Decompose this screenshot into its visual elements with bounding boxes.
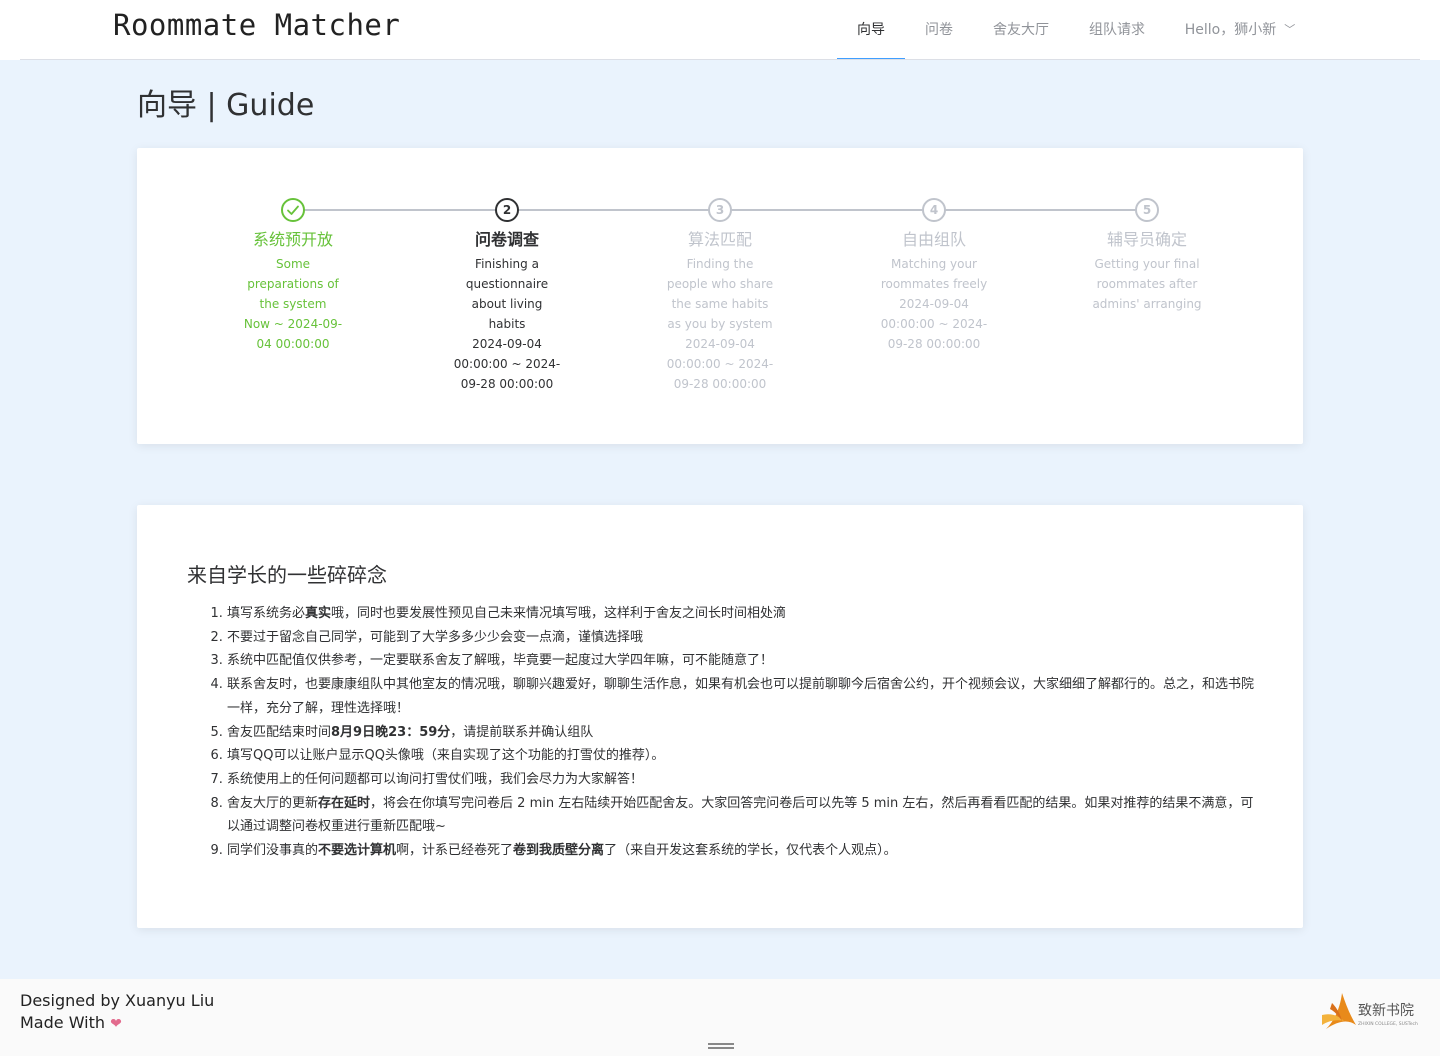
note-text: 不要过于留念自己同学，可能到了大学多多少少会变一点滴，谨慎选择哦 [227, 629, 644, 645]
note-item: 系统使用上的任何问题都可以询问打雪仗们哦，我们会尽力为大家解答！ [227, 768, 1257, 792]
note-text: 系统中匹配值仅供参考，一定要联系舍友了解哦，毕竟要一起度过大学四年嘛，可不能随意… [227, 653, 774, 669]
note-item: 同学们没事真的不要选计算机啊，计系已经卷死了卷到我质壁分离了（来自开发这套系统的… [227, 839, 1257, 863]
check-icon [281, 198, 305, 222]
notes-list: 填写系统务必真实哦，同时也要发展性预见自己未来情况填写哦，这样利于舍友之间长时间… [227, 602, 1257, 863]
svg-text:ZHIXIN COLLEGE, SUSTech: ZHIXIN COLLEGE, SUSTech [1358, 1021, 1418, 1027]
page-title: 向导 | Guide [137, 88, 315, 123]
note-text: 哦，同时也要发展性预见自己未来情况填写哦，这样利于舍友之间长时间相处滴 [331, 606, 787, 621]
note-text: 同学们没事真的 [227, 843, 319, 859]
footer: Designed by Xuanyu Liu Made With ❤ 致新书院 … [0, 979, 1440, 1056]
note-item: 舍友大厅的更新存在延时，将会在你填写完问卷后 2 min 左右陆续开始匹配舍友。… [227, 792, 1257, 839]
step-desc-text: Finishing a questionnaire about living h… [465, 257, 549, 331]
brand-title[interactable]: Roommate Matcher [113, 8, 400, 42]
step-time: 2024-09-04 00:00:00 ~ 2024-09-28 00:00:0… [880, 297, 988, 351]
step-number: 4 [922, 198, 946, 222]
step-desc-text: Finding the people who share the same ha… [666, 257, 774, 331]
note-emphasis: 存在延时 [318, 795, 371, 811]
step-number: 5 [1135, 198, 1159, 222]
steps: 系统预开放 Some preparations of the system No… [137, 148, 1303, 444]
nav-roommate-hall[interactable]: 舍友大厅 [973, 0, 1069, 60]
note-item: 填写QQ可以让账户显示QQ头像哦（来自实现了这个功能的打雪仗的推荐）。 [227, 744, 1257, 768]
step-title: 自由组队 [901, 230, 966, 249]
step-4: 4 自由组队 Matching your roommates freely 20… [827, 198, 1041, 354]
step-time: Now ~ 2024-09-04 00:00:00 [243, 317, 343, 351]
nav-guide[interactable]: 向导 [837, 0, 905, 60]
note-text: 啊，计系已经卷死了 [396, 843, 514, 859]
note-text: ，将会在你填写完问卷后 2 min 左右陆续开始匹配舍友。大家回答完问卷后可以先… [227, 795, 1254, 835]
note-emphasis: 卷到我质壁分离 [513, 843, 605, 859]
step-title: 问卷调查 [474, 230, 539, 249]
heart-icon: ❤ [110, 1016, 122, 1032]
step-desc-text: Some preparations of the system [247, 257, 339, 311]
footer-credits: Designed by Xuanyu Liu Made With ❤ [20, 990, 214, 1035]
note-text: ，请提前联系并确认组队 [450, 724, 594, 740]
step-time: 2024-09-04 00:00:00 ~ 2024-09-28 00:00:0… [453, 337, 561, 391]
note-text: 填写系统务必 [227, 606, 306, 621]
header-divider [20, 59, 1420, 60]
note-emphasis: 真实 [305, 606, 332, 621]
step-description: Getting your final roommates after admin… [1040, 254, 1254, 314]
note-emphasis: 8月9日晚23：59分 [331, 724, 451, 740]
step-description: Matching your roommates freely 2024-09-0… [827, 254, 1041, 354]
step-1: 系统预开放 Some preparations of the system No… [186, 198, 400, 354]
step-title: 辅导员确定 [1106, 230, 1187, 249]
nav-questionnaire[interactable]: 问卷 [905, 0, 973, 60]
note-item: 系统中匹配值仅供参考，一定要联系舍友了解哦，毕竟要一起度过大学四年嘛，可不能随意… [227, 649, 1257, 673]
step-number: 2 [495, 198, 519, 222]
note-text: 舍友大厅的更新 [227, 795, 319, 811]
note-text: 联系舍友时，也要康康组队中其他室友的情况哦，聊聊兴趣爱好，聊聊生活作息，如果有机… [227, 677, 1255, 716]
step-title: 算法匹配 [687, 230, 752, 249]
step-title: 系统预开放 [252, 230, 333, 249]
step-3: 3 算法匹配 Finding the people who share the … [613, 198, 827, 394]
step-description: Some preparations of the system Now ~ 20… [186, 254, 400, 354]
note-item: 填写系统务必真实哦，同时也要发展性预见自己未来情况填写哦，这样利于舍友之间长时间… [227, 602, 1257, 626]
step-number: 3 [708, 198, 732, 222]
step-description: Finding the people who share the same ha… [613, 254, 827, 394]
note-item: 舍友匹配结束时间8月9日晚23：59分，请提前联系并确认组队 [227, 721, 1257, 745]
note-text: 填写QQ可以让账户显示QQ头像哦（来自实现了这个功能的打雪仗的推荐）。 [227, 748, 665, 764]
nav-team-requests[interactable]: 组队请求 [1069, 0, 1165, 60]
step-2: 2 问卷调查 Finishing a questionnaire about l… [400, 198, 614, 394]
step-time: 2024-09-04 00:00:00 ~ 2024-09-28 00:00:0… [666, 337, 774, 391]
note-item: 联系舍友时，也要康康组队中其他室友的情况哦，聊聊兴趣爱好，聊聊生活作息，如果有机… [227, 673, 1257, 720]
notes-card: 来自学长的一些碎碎念 填写系统务必真实哦，同时也要发展性预见自己未来情况填写哦，… [137, 505, 1303, 928]
svg-text:致新书院: 致新书院 [1358, 1003, 1414, 1019]
user-menu-label: Hello，狮小新 [1184, 22, 1277, 38]
note-emphasis: 不要选计算机 [318, 843, 397, 859]
college-logo: 致新书院 ZHIXIN COLLEGE, SUSTech [1320, 985, 1424, 1033]
notes-title: 来自学长的一些碎碎念 [187, 563, 387, 587]
steps-card: 系统预开放 Some preparations of the system No… [137, 148, 1303, 444]
step-description: Finishing a questionnaire about living h… [400, 254, 614, 394]
step-5: 5 辅导员确定 Getting your final roommates aft… [1040, 198, 1254, 314]
made-with: Made With ❤ [20, 1012, 214, 1035]
chevron-down-icon: ﹀ [1284, 23, 1296, 36]
made-with-label: Made With [20, 1013, 106, 1032]
drag-handle[interactable] [708, 1043, 734, 1049]
user-menu[interactable]: Hello，狮小新 ﹀ [1165, 0, 1315, 60]
note-text: 了（来自开发这套系统的学长，仅代表个人观点）。 [604, 843, 897, 859]
step-desc-text: Matching your roommates freely [880, 257, 988, 291]
designed-by: Designed by Xuanyu Liu [20, 991, 215, 1010]
note-text: 舍友匹配结束时间 [227, 724, 332, 740]
step-desc-text: Getting your final roommates after admin… [1092, 257, 1202, 311]
top-navbar: Roommate Matcher 向导 问卷 舍友大厅 组队请求 Hello，狮… [0, 0, 1440, 60]
note-text: 系统使用上的任何问题都可以询问打雪仗们哦，我们会尽力为大家解答！ [227, 771, 644, 787]
note-item: 不要过于留念自己同学，可能到了大学多多少少会变一点滴，谨慎选择哦 [227, 626, 1257, 650]
